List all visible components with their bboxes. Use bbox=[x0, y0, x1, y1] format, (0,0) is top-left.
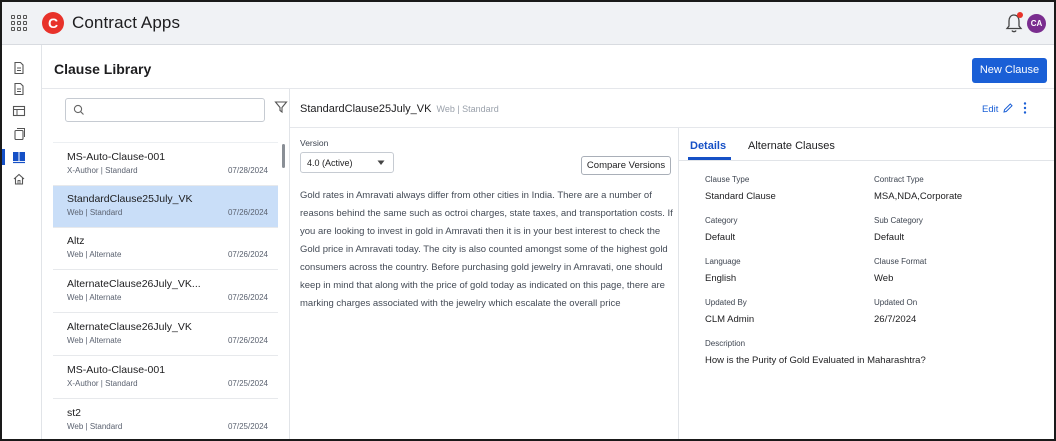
left-nav-rail bbox=[2, 45, 42, 439]
app-window: C Contract Apps CA Clause Library New Cl… bbox=[0, 0, 1056, 441]
document-icon[interactable] bbox=[12, 61, 26, 75]
clause-format-label: Clause Format bbox=[874, 257, 927, 266]
updated-on-value: 26/7/2024 bbox=[874, 314, 917, 325]
clause-source-type: Web | Standard bbox=[67, 208, 123, 217]
clause-source-type: Web | Alternate bbox=[67, 336, 122, 345]
page-title: Clause Library bbox=[54, 61, 152, 77]
top-app-bar: C Contract Apps CA bbox=[2, 2, 1054, 45]
clause-date: 07/26/2024 bbox=[227, 293, 268, 302]
category-value: Default bbox=[705, 232, 736, 243]
updated-by-label: Updated By bbox=[705, 298, 747, 307]
list-item[interactable]: MS-Auto-Clause-001 X-Author | Standard 0… bbox=[53, 357, 278, 399]
contract-type-label: Contract Type bbox=[874, 175, 924, 184]
notification-dot bbox=[1017, 12, 1023, 18]
table-icon[interactable] bbox=[12, 104, 26, 118]
list-scrollbar[interactable] bbox=[282, 144, 285, 168]
filter-icon[interactable] bbox=[274, 100, 288, 114]
version-label: Version bbox=[300, 138, 329, 148]
app-launcher-grid-icon[interactable] bbox=[10, 14, 28, 32]
clause-type-value: Standard Clause bbox=[705, 191, 776, 202]
updated-on-label: Updated On bbox=[874, 298, 918, 307]
clause-date: 07/25/2024 bbox=[227, 422, 268, 431]
language-label: Language bbox=[705, 257, 741, 266]
list-item[interactable]: st2 Web | Standard 07/25/2024 bbox=[53, 400, 278, 439]
clause-date: 07/25/2024 bbox=[227, 379, 268, 388]
clause-source-type: Web | Standard bbox=[67, 422, 123, 431]
active-nav-indicator bbox=[2, 149, 5, 165]
clause-name: Altz bbox=[67, 235, 85, 247]
document-icon[interactable] bbox=[12, 82, 26, 96]
clause-body-text: Gold rates in Amravati always differ fro… bbox=[300, 190, 673, 309]
library-icon[interactable] bbox=[12, 150, 26, 164]
clause-name: StandardClause25July_VK bbox=[67, 193, 193, 205]
home-icon[interactable] bbox=[12, 172, 26, 186]
clause-type-label: Clause Type bbox=[705, 175, 750, 184]
clause-date: 07/28/2024 bbox=[227, 166, 268, 175]
clause-date: 07/26/2024 bbox=[227, 336, 268, 345]
list-item[interactable]: Altz Web | Alternate 07/26/2024 bbox=[53, 228, 278, 270]
copy-icon[interactable] bbox=[12, 127, 26, 141]
description-value: How is the Purity of Gold Evaluated in M… bbox=[705, 355, 926, 366]
version-select[interactable]: 4.0 (Active) bbox=[300, 152, 394, 173]
clause-name: st2 bbox=[67, 407, 82, 419]
clause-list-panel: MS-Auto-Clause-001 X-Author | Standard 0… bbox=[42, 89, 290, 439]
kebab-icon[interactable] bbox=[1021, 101, 1029, 115]
details-panel: Details Alternate Clauses Clause Type St… bbox=[678, 128, 1054, 439]
list-divider bbox=[53, 142, 278, 143]
tab-alternate-clauses[interactable]: Alternate Clauses bbox=[748, 140, 835, 152]
clause-detail-meta: Web | Standard bbox=[436, 104, 499, 114]
category-label: Category bbox=[705, 216, 738, 225]
list-item[interactable]: MS-Auto-Clause-001 X-Author | Standard 0… bbox=[53, 144, 278, 186]
edit-button[interactable]: Edit bbox=[982, 104, 998, 115]
chevron-down-icon bbox=[377, 160, 385, 166]
list-item-selected[interactable]: StandardClause25July_VK Web | Standard 0… bbox=[53, 186, 278, 228]
list-item[interactable]: AlternateClause26July_VK Web | Alternate… bbox=[53, 314, 278, 356]
search-input[interactable] bbox=[65, 98, 265, 122]
clause-detail-title: StandardClause25July_VK bbox=[300, 103, 432, 115]
clause-source-type: Web | Alternate bbox=[67, 293, 122, 302]
language-value: English bbox=[705, 273, 737, 284]
compare-versions-button[interactable]: Compare Versions bbox=[581, 156, 671, 175]
user-avatar[interactable]: CA bbox=[1027, 14, 1046, 33]
clause-source-type: X-Author | Standard bbox=[67, 166, 138, 175]
clause-detail-header: StandardClause25July_VK Web | Standard bbox=[300, 103, 499, 115]
version-value: 4.0 (Active) bbox=[307, 158, 353, 168]
clause-source-type: X-Author | Standard bbox=[67, 379, 138, 388]
clause-name: MS-Auto-Clause-001 bbox=[67, 364, 166, 376]
clause-date: 07/26/2024 bbox=[227, 208, 268, 217]
updated-by-value: CLM Admin bbox=[705, 314, 755, 325]
sub-category-label: Sub Category bbox=[874, 216, 923, 225]
app-logo: C bbox=[42, 12, 64, 34]
description-label: Description bbox=[705, 339, 746, 348]
sub-category-value: Default bbox=[874, 232, 905, 243]
clause-format-value: Web bbox=[874, 273, 894, 284]
clause-source-type: Web | Alternate bbox=[67, 250, 122, 259]
new-clause-button[interactable]: New Clause bbox=[972, 58, 1047, 83]
clause-date: 07/26/2024 bbox=[227, 250, 268, 259]
clause-name: AlternateClause26July_VK bbox=[67, 321, 192, 333]
pencil-icon[interactable] bbox=[1002, 102, 1014, 114]
clause-name: MS-Auto-Clause-001 bbox=[67, 151, 166, 163]
search-icon bbox=[72, 103, 86, 117]
tabs-divider bbox=[679, 160, 1054, 161]
clause-name: AlternateClause26July_VK... bbox=[67, 278, 201, 290]
contract-type-value: MSA,NDA,Corporate bbox=[874, 191, 963, 202]
app-title: Contract Apps bbox=[72, 13, 181, 32]
tab-details[interactable]: Details bbox=[690, 140, 726, 152]
list-item[interactable]: AlternateClause26July_VK... Web | Altern… bbox=[53, 271, 278, 313]
